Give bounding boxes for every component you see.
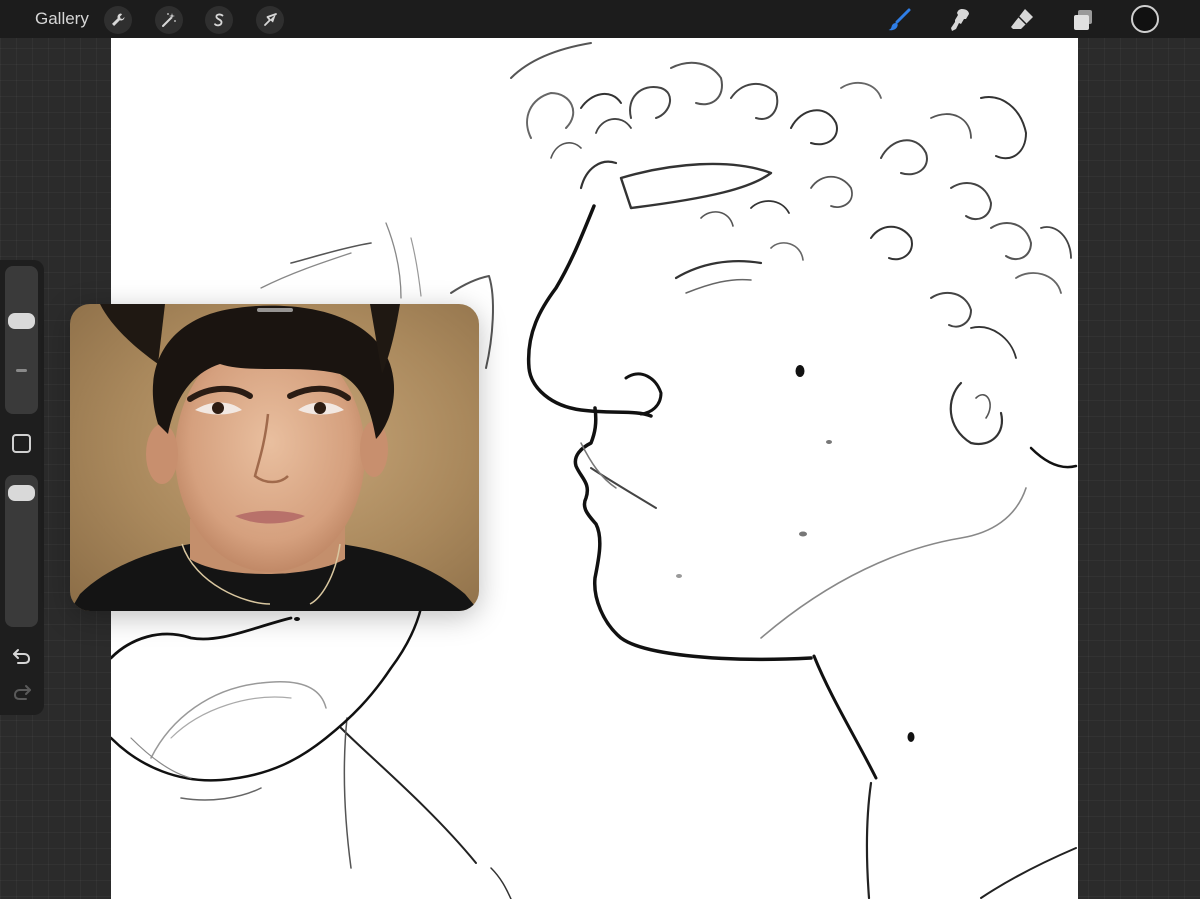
layers-icon (1074, 10, 1092, 30)
redo-icon (13, 685, 31, 700)
adjustments-button[interactable] (155, 6, 183, 34)
transform-button[interactable] (256, 6, 284, 34)
reference-drag-handle[interactable] (257, 308, 293, 312)
gallery-button[interactable]: Gallery (35, 0, 89, 38)
opacity-thumb[interactable] (8, 485, 35, 501)
layers-button[interactable] (1068, 5, 1098, 35)
reference-photo (70, 304, 479, 611)
selection-s-icon (214, 13, 224, 27)
modify-button[interactable] (12, 434, 31, 453)
undo-button[interactable] (10, 644, 34, 668)
slider-marker (16, 369, 27, 372)
left-sidebar (0, 260, 44, 715)
eraser-button[interactable] (1007, 5, 1037, 35)
brush-size-thumb[interactable] (8, 313, 35, 329)
magic-wand-icon (162, 13, 176, 27)
color-picker-button[interactable] (1131, 5, 1159, 33)
reference-window[interactable] (70, 304, 479, 611)
arrow-cursor-icon (264, 13, 277, 26)
brush-size-slider[interactable] (5, 266, 38, 414)
procreate-app: Gallery (0, 0, 1200, 899)
brush-button[interactable] (884, 5, 914, 35)
selection-button[interactable] (205, 6, 233, 34)
brush-icon (888, 8, 911, 31)
smudge-icon (951, 9, 969, 31)
smudge-button[interactable] (945, 5, 975, 35)
top-toolbar: Gallery (0, 0, 1200, 38)
wrench-icon (112, 13, 125, 26)
undo-icon (13, 649, 31, 664)
opacity-slider[interactable] (5, 475, 38, 627)
profile-outline (526, 204, 653, 418)
redo-button[interactable] (10, 680, 34, 704)
eraser-icon (1011, 9, 1033, 29)
actions-button[interactable] (104, 6, 132, 34)
